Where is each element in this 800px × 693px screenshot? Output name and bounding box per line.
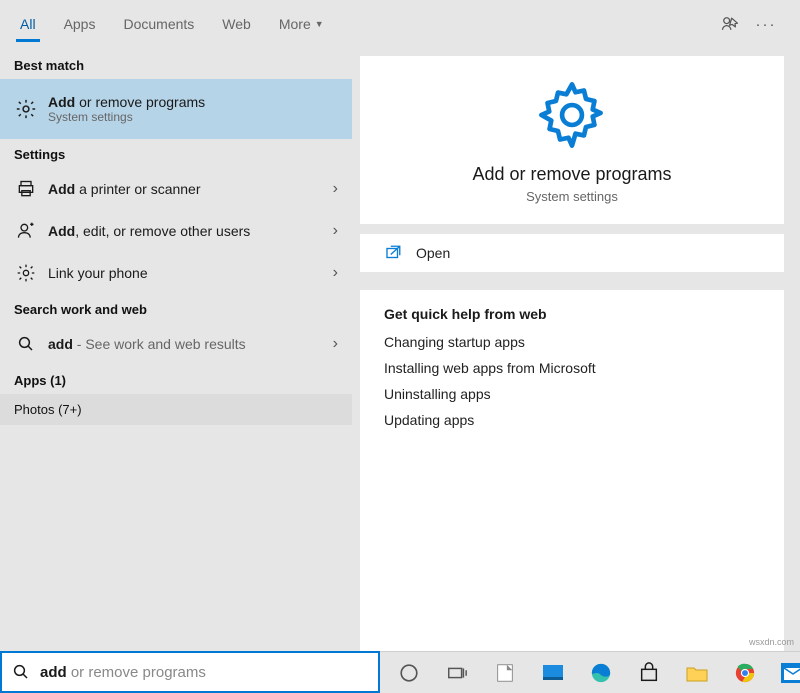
section-settings: Settings: [0, 139, 352, 168]
section-best-match: Best match: [0, 48, 352, 79]
details-subtitle: System settings: [526, 189, 618, 204]
section-work-web: Search work and web: [0, 294, 352, 323]
open-action[interactable]: Open: [384, 244, 450, 262]
details-card: Add or remove programs System settings: [360, 56, 784, 224]
feedback-icon[interactable]: [716, 10, 744, 38]
chrome-icon[interactable]: [722, 653, 768, 693]
quick-help-header: Get quick help from web: [384, 306, 760, 322]
help-link-webapps[interactable]: Installing web apps from Microsoft: [384, 360, 760, 376]
edge-icon[interactable]: [578, 653, 624, 693]
taskbar: [380, 651, 800, 693]
gear-icon: [14, 98, 38, 120]
gear-icon: [14, 263, 38, 283]
results-panel: Best match Add or remove programs System…: [0, 48, 352, 651]
gear-icon: [537, 80, 607, 150]
task-view-icon[interactable]: [434, 653, 480, 693]
tab-web[interactable]: Web: [208, 0, 265, 48]
chevron-right-icon: ›: [333, 335, 338, 353]
tab-apps[interactable]: Apps: [50, 0, 110, 48]
watermark: wsxdn.com: [749, 637, 794, 647]
chevron-right-icon: ›: [333, 222, 338, 240]
result-add-users[interactable]: Add, edit, or remove other users ›: [0, 210, 352, 252]
help-link-startup[interactable]: Changing startup apps: [384, 334, 760, 350]
result-web-add[interactable]: add - See work and web results ›: [0, 323, 352, 365]
person-icon: [14, 221, 38, 241]
explorer-icon[interactable]: [674, 653, 720, 693]
tab-more[interactable]: More▼: [265, 0, 338, 48]
result-link-phone[interactable]: Link your phone ›: [0, 252, 352, 294]
mail-icon[interactable]: [770, 653, 800, 693]
search-icon: [12, 663, 30, 681]
details-panel: Add or remove programs System settings O…: [352, 48, 800, 651]
store-icon[interactable]: [626, 653, 672, 693]
printer-icon: [14, 179, 38, 199]
result-add-printer[interactable]: Add a printer or scanner ›: [0, 168, 352, 210]
more-options-icon[interactable]: ···: [752, 10, 780, 38]
section-photos[interactable]: Photos (7+): [0, 394, 352, 425]
chevron-right-icon: ›: [333, 180, 338, 198]
tab-all[interactable]: All: [6, 0, 50, 48]
search-input[interactable]: add or remove programs: [0, 651, 380, 693]
filter-tabs: All Apps Documents Web More▼ ···: [0, 0, 800, 48]
help-link-uninstall[interactable]: Uninstalling apps: [384, 386, 760, 402]
open-icon: [384, 244, 402, 262]
app-blue-icon[interactable]: [530, 653, 576, 693]
tab-documents[interactable]: Documents: [109, 0, 208, 48]
quick-help: Get quick help from web Changing startup…: [360, 290, 784, 651]
details-title: Add or remove programs: [472, 164, 671, 185]
search-icon: [14, 335, 38, 353]
result-add-remove-programs[interactable]: Add or remove programs System settings: [0, 79, 352, 139]
help-link-updating[interactable]: Updating apps: [384, 412, 760, 428]
libreoffice-icon[interactable]: [482, 653, 528, 693]
cortana-icon[interactable]: [386, 653, 432, 693]
section-apps[interactable]: Apps (1): [0, 365, 352, 394]
chevron-right-icon: ›: [333, 264, 338, 282]
